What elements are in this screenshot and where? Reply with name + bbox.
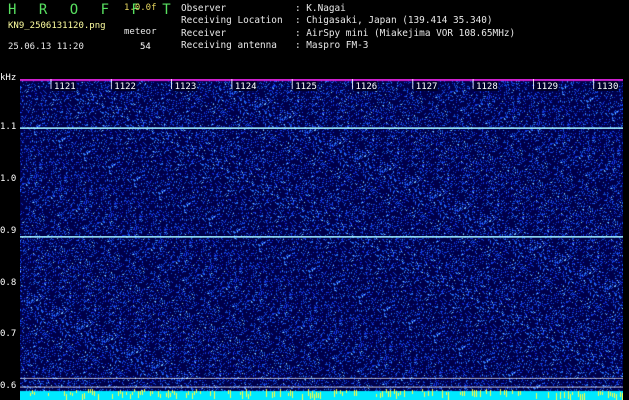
y-tick-label: 0.9 bbox=[0, 225, 17, 236]
time-label: 1127 bbox=[416, 82, 438, 92]
y-tick-label: 1.1 bbox=[0, 122, 17, 133]
info-key: Receiver bbox=[181, 27, 227, 39]
y-axis: 1.1 1.0 0.9 0.8 0.7 0.6 bbox=[0, 79, 20, 400]
info-key: Observer bbox=[181, 3, 227, 14]
info-key: Receiving Location bbox=[181, 15, 283, 27]
info-row-location: Receiving Location : Chigasaki, Japan (13… bbox=[181, 15, 515, 27]
meteor-count-label: meteor bbox=[124, 27, 157, 37]
time-label: 1122 bbox=[114, 82, 136, 92]
header: H R O F F T 1.0.0f KN9_2506131120.png me… bbox=[0, 0, 629, 78]
info-value: : AirSpy mini (Miakejima VOR 108.65MHz) bbox=[295, 27, 516, 39]
time-axis: 1121 1122 1123 1124 1125 1126 1127 1128 … bbox=[50, 79, 619, 92]
info-value: : K.Nagai bbox=[295, 3, 346, 14]
station-info: Observer : K.Nagai Receiving Location : Ch… bbox=[181, 3, 515, 53]
time-label: 1129 bbox=[536, 82, 558, 92]
info-value: : Maspro FM-3 bbox=[295, 40, 369, 52]
y-tick-label: 1.0 bbox=[0, 173, 17, 184]
y-tick-label: 0.6 bbox=[0, 381, 17, 392]
spectrogram-overlay: 1121 1122 1123 1124 1125 1126 1127 1128 … bbox=[20, 79, 623, 388]
info-value: : Chigasaki, Japan (139.414 35.340) bbox=[295, 15, 493, 27]
time-label: 1130 bbox=[597, 82, 619, 92]
app-version: 1.0.0f bbox=[124, 3, 157, 13]
time-label: 1128 bbox=[476, 82, 498, 92]
info-row-observer: Observer : K.Nagai bbox=[181, 3, 515, 15]
time-label: 1126 bbox=[356, 82, 378, 92]
y-tick-label: 0.8 bbox=[0, 277, 17, 288]
spectrogram-plot: 1121 1122 1123 1124 1125 1126 1127 1128 … bbox=[20, 79, 623, 400]
info-key: Receiving antenna bbox=[181, 40, 277, 52]
file-name: KN9_2506131120.png bbox=[8, 21, 106, 31]
capture-datetime: 25.06.13 11:20 bbox=[8, 42, 84, 52]
time-label: 1124 bbox=[235, 82, 257, 92]
time-label: 1121 bbox=[54, 82, 76, 92]
time-label: 1123 bbox=[175, 82, 197, 92]
time-label: 1125 bbox=[295, 82, 317, 92]
info-row-receiver: Receiver : AirSpy mini (Miakejima VOR 108… bbox=[181, 28, 515, 40]
y-tick-label: 0.7 bbox=[0, 329, 17, 340]
info-row-antenna: Receiving antenna : Maspro FM-3 bbox=[181, 40, 515, 52]
meteor-count-value: 54 bbox=[140, 42, 151, 52]
